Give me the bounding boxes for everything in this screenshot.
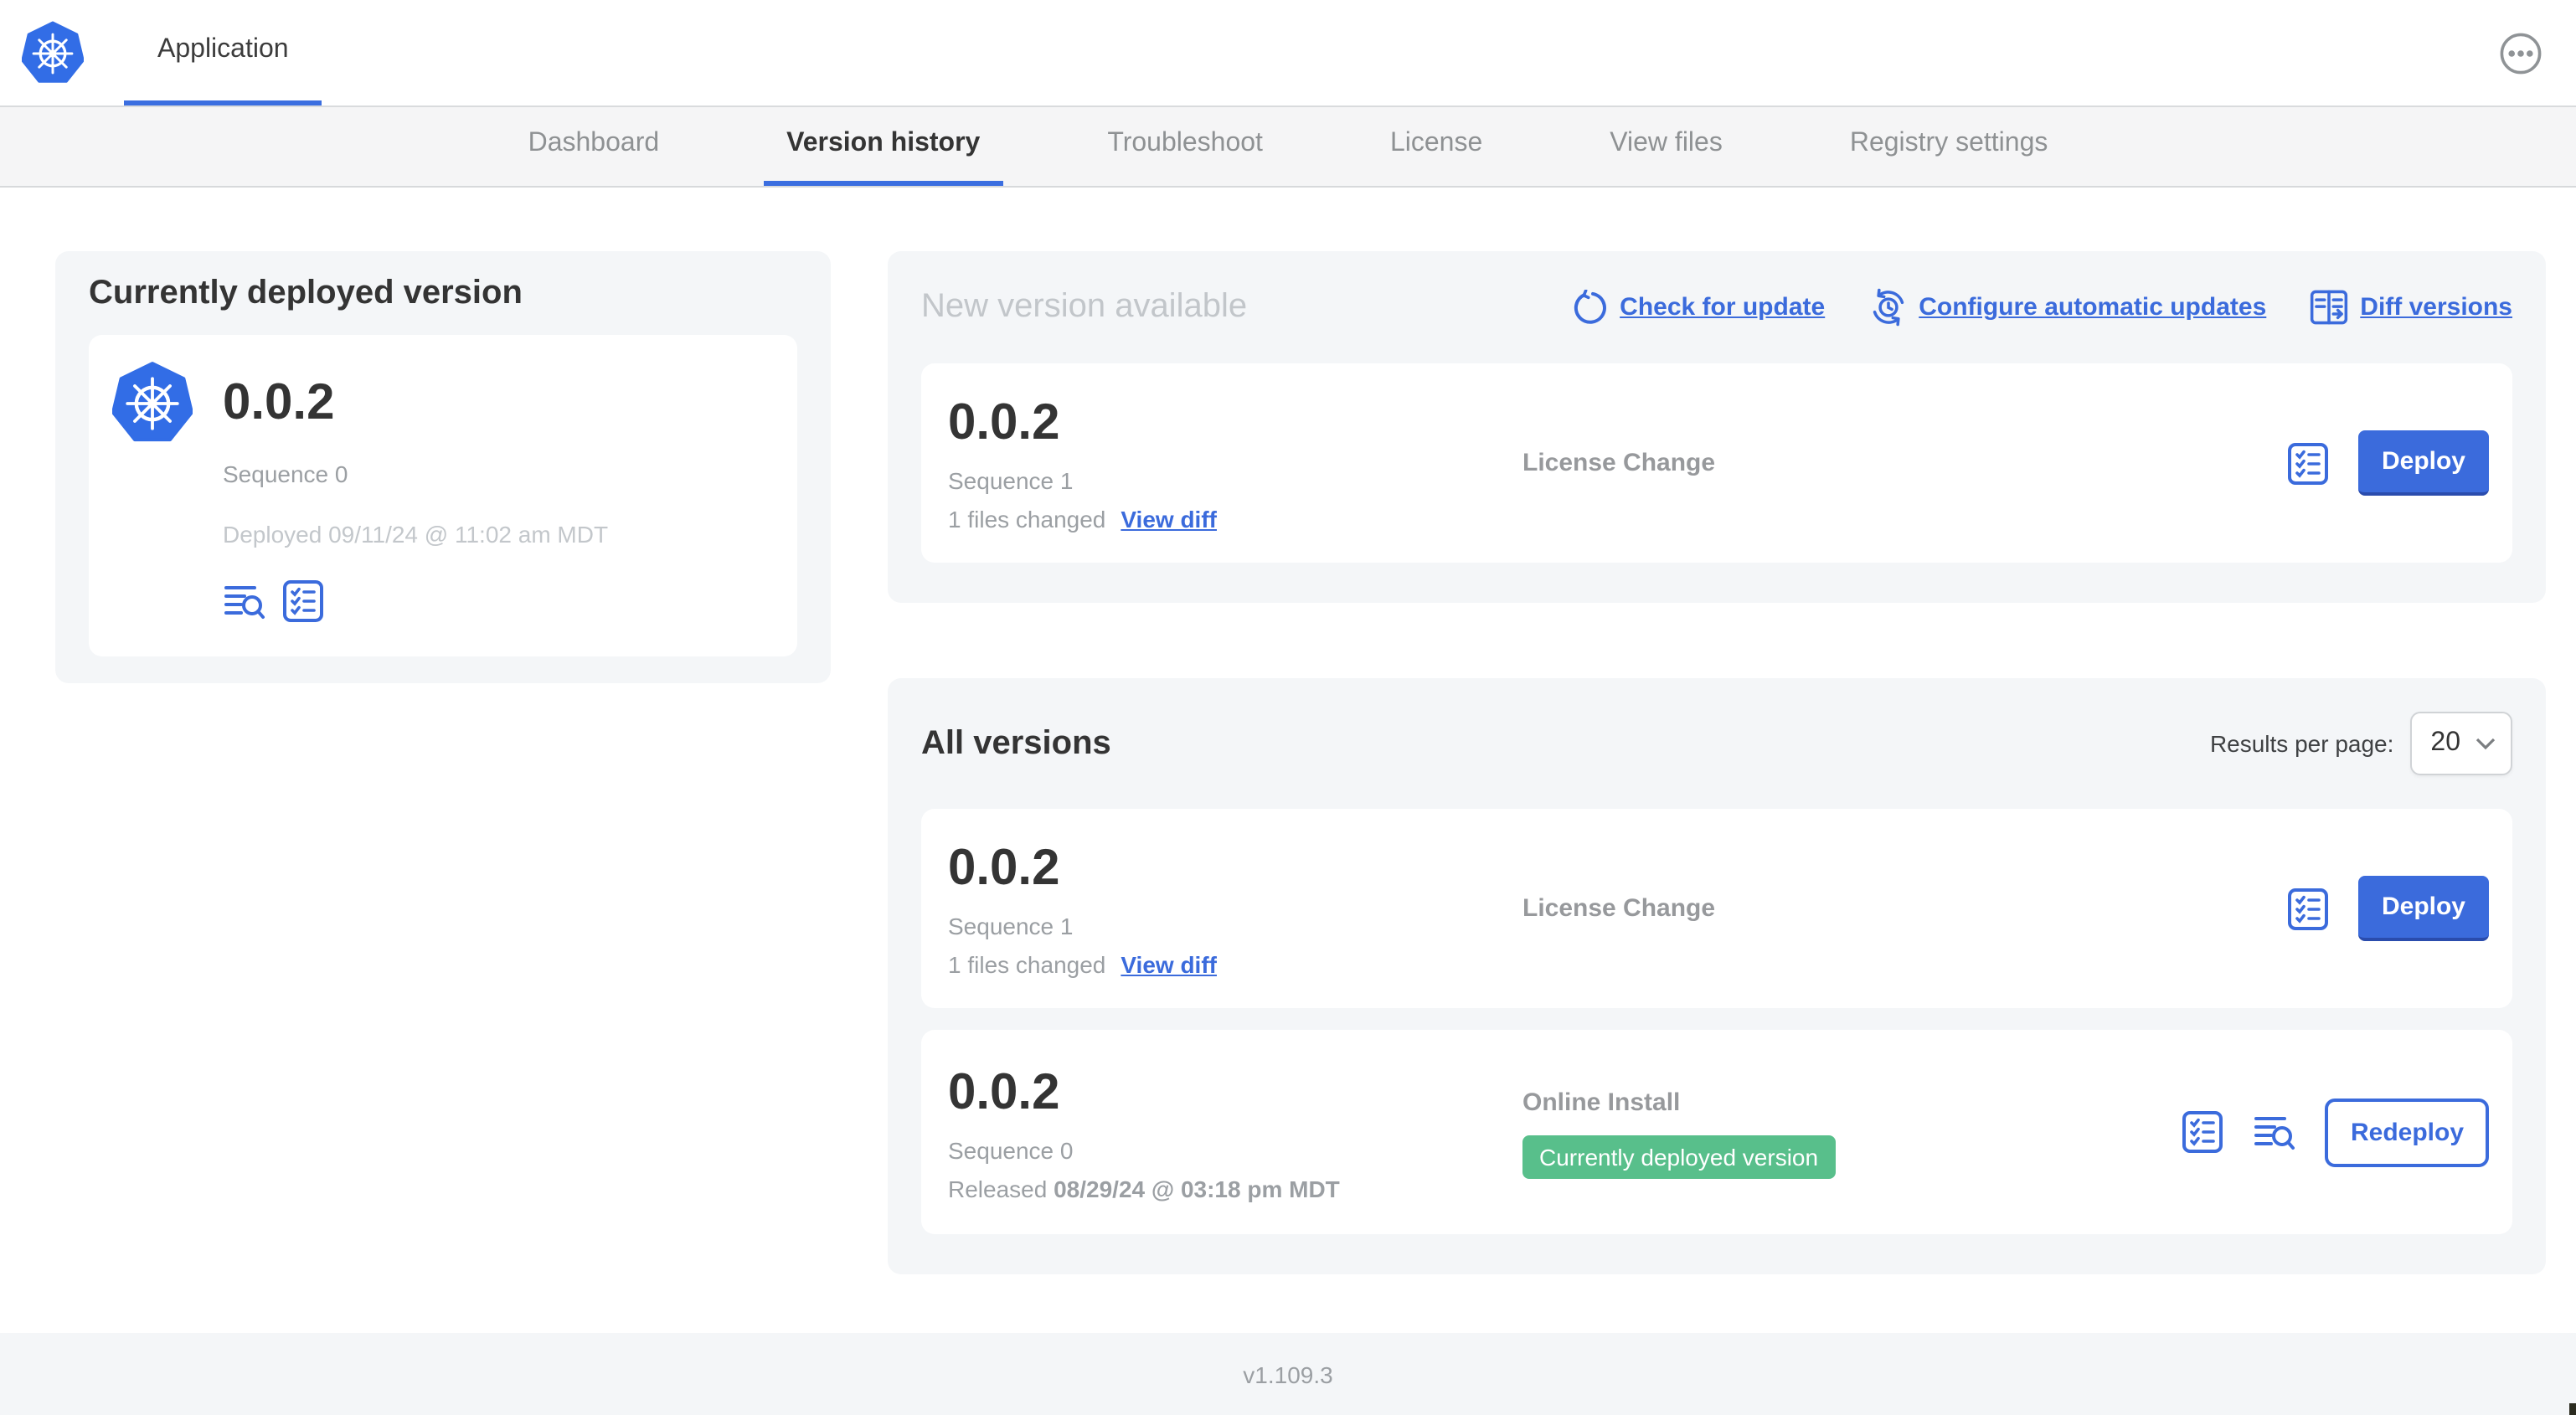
new-version-title: New version available	[921, 288, 1248, 325]
preflight-checks-icon[interactable]	[281, 579, 325, 623]
deploy-button[interactable]: Deploy	[2357, 876, 2489, 941]
admin-console-page: Application Dashboard Version history Tr…	[0, 0, 2576, 1415]
results-per-page-label: Results per page:	[2209, 730, 2394, 757]
app-nav-tab-application[interactable]: Application	[124, 0, 322, 105]
deployed-timestamp: Deployed 09/11/24 @ 11:02 am MDT	[223, 521, 609, 548]
console-footer: v1.109.3	[0, 1333, 2576, 1415]
diff-versions-link[interactable]: Diff versions	[2310, 288, 2512, 327]
redeploy-button[interactable]: Redeploy	[2325, 1098, 2489, 1166]
files-changed-text: 1 files changed	[948, 506, 1106, 533]
deploy-logs-icon[interactable]	[2254, 1110, 2297, 1154]
new-version-card: 0.0.2 Sequence 1 1 files changed View dif…	[921, 363, 2512, 563]
view-diff-link[interactable]: View diff	[1121, 506, 1217, 533]
currently-deployed-badge: Currently deployed version	[1522, 1135, 1836, 1178]
new-version-section: New version available Check for update C…	[888, 251, 2546, 603]
screen-corner-artifact	[2569, 1403, 2576, 1415]
deployed-version-number: 0.0.2	[223, 375, 335, 430]
app-nav-tab-label: Application	[157, 35, 289, 64]
diff-icon	[2311, 290, 2348, 325]
all-versions-section: All versions Results per page: 20 0.0.2 …	[888, 678, 2546, 1274]
preflight-checks-icon[interactable]	[2286, 441, 2330, 485]
currently-deployed-card: Currently deployed version 0.0.2 Sequenc…	[55, 251, 831, 683]
ellipsis-menu-icon	[2500, 32, 2542, 74]
top-header: Application	[0, 0, 2576, 107]
preflight-checks-icon[interactable]	[2182, 1110, 2225, 1154]
tab-view-files[interactable]: View files	[1586, 107, 1746, 186]
tab-dashboard[interactable]: Dashboard	[505, 107, 683, 186]
version-sequence: Sequence 1	[948, 467, 1074, 494]
preflight-checks-icon[interactable]	[2286, 887, 2330, 930]
deploy-logs-icon[interactable]	[223, 579, 266, 623]
versions-column: New version available Check for update C…	[888, 251, 2546, 1274]
all-versions-title: All versions	[921, 724, 1111, 761]
version-row: 0.0.2 Sequence 1 1 files changed View dif…	[921, 809, 2512, 1008]
scheduled-update-icon	[1872, 288, 1904, 327]
check-for-update-label: Check for update	[1620, 293, 1826, 322]
released-prefix: Released	[948, 1175, 1048, 1201]
version-source: Online Install	[1522, 1088, 1681, 1116]
files-changed-text: 1 files changed	[948, 951, 1106, 978]
tab-license[interactable]: License	[1367, 107, 1506, 186]
check-for-update-link[interactable]: Check for update	[1571, 289, 1825, 326]
deploy-button[interactable]: Deploy	[2357, 430, 2489, 496]
deployed-version-card: 0.0.2 Sequence 0 Deployed 09/11/24 @ 11:…	[89, 335, 797, 656]
released-timestamp: 08/29/24 @ 03:18 pm MDT	[1054, 1175, 1340, 1201]
version-row: 0.0.2 Sequence 0 Released 08/29/24 @ 03:…	[921, 1030, 2512, 1234]
version-history-content: Currently deployed version 0.0.2 Sequenc…	[0, 188, 2576, 1274]
version-number: 0.0.2	[948, 1064, 1060, 1119]
refresh-icon	[1574, 289, 1607, 323]
version-sequence: Sequence 1	[948, 913, 1074, 939]
kubernetes-app-icon	[111, 362, 193, 445]
configure-automatic-updates-label: Configure automatic updates	[1919, 293, 2267, 322]
diff-versions-label: Diff versions	[2360, 293, 2512, 322]
version-number: 0.0.2	[948, 395, 1060, 450]
tab-troubleshoot[interactable]: Troubleshoot	[1084, 107, 1286, 186]
current-version-column: Currently deployed version 0.0.2 Sequenc…	[55, 251, 831, 1274]
results-per-page-value: 20	[2430, 728, 2460, 757]
deployed-sequence: Sequence 0	[223, 461, 348, 487]
console-version: v1.109.3	[1243, 1361, 1333, 1387]
kubernetes-logo-icon	[21, 19, 85, 86]
configure-automatic-updates-link[interactable]: Configure automatic updates	[1868, 288, 2266, 327]
app-subnav: Dashboard Version history Troubleshoot L…	[0, 107, 2576, 188]
overflow-menu-button[interactable]	[2499, 31, 2543, 75]
tab-version-history[interactable]: Version history	[763, 107, 1004, 186]
view-diff-link[interactable]: View diff	[1121, 951, 1217, 978]
version-sequence: Sequence 0	[948, 1136, 1074, 1163]
version-source: License Change	[1522, 894, 1716, 923]
chevron-down-icon	[2476, 738, 2496, 750]
tab-registry-settings[interactable]: Registry settings	[1826, 107, 2072, 186]
currently-deployed-title: Currently deployed version	[89, 275, 523, 311]
version-source: License Change	[1522, 449, 1716, 477]
results-per-page-select[interactable]: 20	[2410, 712, 2512, 775]
version-number: 0.0.2	[948, 841, 1060, 896]
